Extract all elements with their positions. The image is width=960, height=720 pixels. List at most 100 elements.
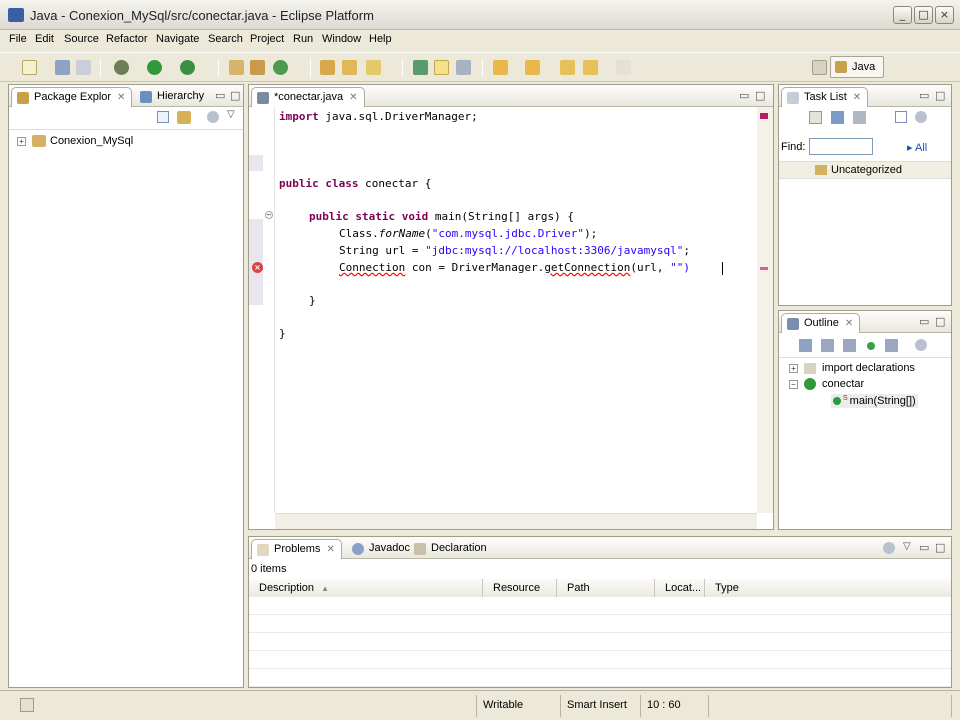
find-input[interactable] (809, 138, 873, 155)
fold-icon[interactable]: − (265, 211, 273, 219)
minimize-view-icon[interactable]: ▭ (919, 315, 929, 328)
view-menu-icon[interactable] (207, 111, 219, 123)
tab-task-list[interactable]: Task List ✕ (781, 87, 869, 107)
next-annotation-icon[interactable] (493, 60, 508, 75)
outline-item-class[interactable]: − conectar (789, 378, 864, 391)
maximize-view-icon[interactable]: □ (935, 541, 945, 554)
new-task-icon[interactable] (809, 111, 822, 124)
menu-edit[interactable]: Edit (35, 33, 54, 45)
maximize-view-icon[interactable]: □ (935, 89, 945, 102)
all-filter-link[interactable]: ▸ All (907, 141, 927, 154)
tab-hierarchy[interactable]: Hierarchy (135, 87, 210, 107)
project-node[interactable]: + Conexion_MySql (17, 135, 133, 148)
sort-icon[interactable] (799, 339, 812, 352)
expand-icon[interactable]: + (789, 363, 798, 373)
collapse-icon[interactable]: − (789, 379, 798, 389)
menu-run[interactable]: Run (293, 33, 313, 45)
menu-source[interactable]: Source (64, 33, 99, 45)
close-tab-icon[interactable]: ✕ (845, 318, 853, 329)
close-button[interactable]: × (935, 6, 954, 24)
open-perspective-icon[interactable] (812, 60, 827, 75)
tab-problems[interactable]: Problems ✕ (251, 539, 342, 559)
java-perspective-button[interactable]: Java (830, 56, 884, 78)
view-menu-icon[interactable] (915, 111, 927, 123)
error-overview-marker[interactable] (760, 113, 768, 119)
menu-help[interactable]: Help (369, 33, 392, 45)
collapse-all-icon[interactable] (895, 111, 907, 123)
close-tab-icon[interactable]: ✕ (326, 544, 334, 555)
tab-javadoc[interactable]: Javadoc (347, 539, 416, 559)
error-text: getConnection (544, 261, 631, 274)
maximize-view-icon[interactable]: □ (230, 89, 240, 102)
horizontal-scrollbar[interactable] (275, 513, 757, 529)
minimize-view-icon[interactable]: ▭ (739, 89, 749, 102)
close-tab-icon[interactable]: ✕ (117, 92, 125, 103)
code-area[interactable]: import java.sql.DriverManager; public cl… (275, 107, 757, 513)
open-resource-icon[interactable] (342, 60, 357, 75)
task-category-row[interactable]: Uncategorized (779, 161, 951, 179)
save-icon[interactable] (55, 60, 70, 75)
categorize-icon[interactable] (831, 111, 844, 124)
close-tab-icon[interactable]: ✕ (853, 92, 861, 103)
link-with-editor-icon[interactable] (177, 111, 191, 124)
maximize-view-icon[interactable]: □ (935, 315, 945, 328)
outline-item-method[interactable]: Smain(String[]) (831, 394, 918, 408)
fast-view-icon[interactable] (20, 698, 34, 712)
back-icon[interactable] (583, 60, 598, 75)
collapse-all-icon[interactable] (157, 111, 169, 123)
column-path[interactable]: Path (557, 579, 655, 597)
menu-project[interactable]: Project (250, 33, 284, 45)
edit-pencil-icon[interactable] (434, 60, 449, 75)
show-whitespace-icon[interactable] (456, 60, 471, 75)
column-location[interactable]: Locat... (655, 579, 705, 597)
minimize-view-icon[interactable]: ▭ (215, 89, 225, 102)
tab-conectar-java[interactable]: *conectar.java ✕ (251, 87, 365, 107)
hide-local-types-icon[interactable] (885, 339, 898, 352)
new-java-project-icon[interactable] (229, 60, 244, 75)
outline-item-imports[interactable]: + import declarations (789, 362, 915, 374)
menu-refactor[interactable]: Refactor (106, 33, 148, 45)
column-resource[interactable]: Resource (483, 579, 557, 597)
filter-icon[interactable] (853, 111, 866, 124)
error-overview-marker[interactable] (760, 267, 768, 270)
toggle-mark-occurrences-icon[interactable] (413, 60, 428, 75)
tab-declaration[interactable]: Declaration (409, 539, 493, 559)
view-menu-icon[interactable] (915, 339, 927, 351)
hide-fields-icon[interactable] (821, 339, 834, 352)
open-type-icon[interactable] (320, 60, 335, 75)
minimize-button[interactable]: _ (893, 6, 912, 24)
filter-icon[interactable] (883, 542, 895, 554)
tab-outline[interactable]: Outline ✕ (781, 313, 861, 333)
javadoc-icon (352, 543, 364, 555)
run-icon[interactable] (147, 60, 162, 75)
tab-package-explorer[interactable]: Package Explor ✕ (11, 87, 133, 107)
close-tab-icon[interactable]: ✕ (349, 92, 357, 103)
new-package-icon[interactable] (250, 60, 265, 75)
column-description[interactable]: Description ▲ (249, 579, 483, 597)
hide-static-icon[interactable] (843, 339, 856, 352)
menu-window[interactable]: Window (322, 33, 361, 45)
new-class-icon[interactable] (273, 60, 288, 75)
menu-navigate[interactable]: Navigate (156, 33, 199, 45)
debug-icon[interactable] (114, 60, 129, 75)
error-icon[interactable]: × (252, 262, 263, 273)
forward-icon[interactable] (616, 60, 631, 75)
print-icon[interactable] (76, 60, 91, 75)
expand-icon[interactable]: + (17, 136, 26, 146)
hide-nonpublic-icon[interactable] (867, 342, 875, 350)
search-icon[interactable] (366, 60, 381, 75)
previous-annotation-icon[interactable] (525, 60, 540, 75)
minimize-view-icon[interactable]: ▭ (919, 89, 929, 102)
menu-search[interactable]: Search (208, 33, 243, 45)
maximize-view-icon[interactable]: □ (755, 89, 765, 102)
maximize-button[interactable]: □ (914, 6, 933, 24)
external-tools-icon[interactable] (180, 60, 195, 75)
column-type[interactable]: Type (705, 579, 951, 597)
view-dropdown-icon[interactable]: ▽ (903, 541, 911, 552)
new-file-icon[interactable] (22, 60, 37, 75)
minimize-view-icon[interactable]: ▭ (919, 541, 929, 554)
last-edit-location-icon[interactable] (560, 60, 575, 75)
view-dropdown-icon[interactable]: ▽ (227, 109, 235, 120)
menu-file[interactable]: File (9, 33, 27, 45)
vertical-scrollbar[interactable] (757, 107, 773, 513)
